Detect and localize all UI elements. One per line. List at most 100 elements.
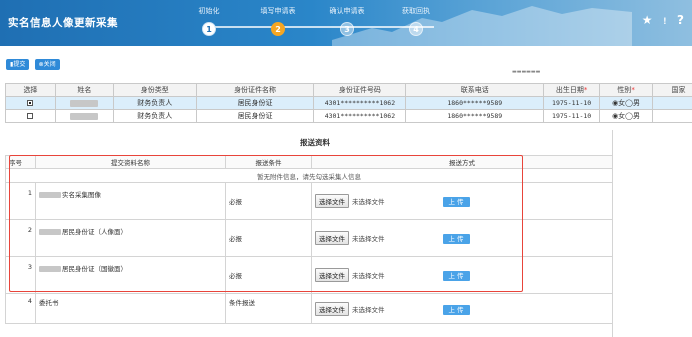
- table-header-row: 选择 姓名 身份类型 身份证件名称 身份证件号码 联系电话 出生日期* 性别* …: [5, 83, 692, 97]
- redacted-name: [70, 112, 99, 120]
- app-title: 实名信息人像更新采集: [8, 17, 118, 29]
- material-name-cell: 居民身份证（国徽面）: [35, 256, 226, 294]
- step-label: 初始化: [198, 7, 220, 15]
- col-gender: 性别*: [599, 83, 654, 97]
- col-birth: 出生日期*: [543, 83, 601, 97]
- col-select: 选择: [5, 83, 56, 97]
- col-gender-label: 性别: [617, 86, 632, 94]
- row-checkbox[interactable]: [27, 100, 34, 106]
- choose-file-button[interactable]: 选择文件: [315, 268, 349, 282]
- no-file-text: 未选择文件: [352, 305, 385, 314]
- step-receipt: 获取回执 4: [386, 0, 446, 36]
- table-header-row: 序号 提交资料名称 报送条件 报送方式: [5, 155, 613, 169]
- table-row[interactable]: 财务负责人 居民身份证 4301**********1062 1860*****…: [5, 109, 692, 123]
- notice-row: 暂无附件信息，请先勾选采集人信息: [5, 168, 613, 183]
- person-table: 选择 姓名 身份类型 身份证件名称 身份证件号码 联系电话 出生日期* 性别* …: [5, 83, 692, 123]
- table-row: 4 委托书 条件报送 选择文件 未选择文件 上 传: [5, 293, 613, 324]
- col-country: 国家: [652, 83, 692, 97]
- method-cell: 选择文件 未选择文件 上 传: [311, 256, 613, 294]
- select-cell[interactable]: [5, 96, 56, 110]
- col-condition: 报送条件: [225, 155, 312, 169]
- method-cell: 选择文件 未选择文件 上 传: [311, 293, 613, 324]
- choose-file-button[interactable]: 选择文件: [315, 194, 349, 208]
- choose-file-button[interactable]: 选择文件: [315, 231, 349, 245]
- select-cell[interactable]: [5, 109, 56, 123]
- upload-button[interactable]: 上 传: [442, 234, 470, 244]
- gender-radio[interactable]: ◉女◯男: [599, 109, 654, 123]
- submit-label: 提交: [13, 61, 26, 68]
- method-cell: 选择文件 未选择文件 上 传: [311, 182, 613, 220]
- gender-radio[interactable]: ◉女◯男: [599, 96, 654, 110]
- material-name-cell: 实名采集图像: [35, 182, 226, 220]
- table-row: 1 实名采集图像 必报 选择文件 未选择文件 上 传: [5, 182, 613, 220]
- col-identity-type: 身份类型: [112, 83, 197, 97]
- col-birth-label: 出生日期: [555, 86, 584, 94]
- star-icon[interactable]: ★: [642, 13, 653, 27]
- name-cell: [54, 109, 114, 123]
- upload-button[interactable]: 上 传: [442, 304, 470, 315]
- redacted-name: [70, 99, 99, 107]
- country-cell[interactable]: [652, 96, 692, 110]
- birth-cell[interactable]: 1975-11-10: [543, 96, 601, 110]
- table-row: 3 居民身份证（国徽面） 必报 选择文件 未选择文件 上 传: [5, 256, 613, 294]
- table-row[interactable]: 财务负责人 居民身份证 4301**********1062 1860*****…: [5, 96, 692, 110]
- seq-cell: 4: [5, 293, 36, 324]
- step-number: 2: [271, 22, 285, 36]
- doc-no-cell: 4301**********1062: [313, 109, 407, 123]
- step-number: 3: [340, 22, 354, 36]
- close-button[interactable]: ⊗关闭: [34, 59, 60, 70]
- doc-name-cell: 居民身份证: [195, 109, 315, 123]
- seq-cell: 1: [5, 182, 36, 220]
- redacted-text: [39, 266, 61, 272]
- material-name-cell: 居民身份证（人像面）: [35, 219, 226, 257]
- material-name: 居民身份证（国徽面）: [62, 265, 127, 273]
- step-number: 1: [202, 22, 216, 36]
- no-file-text: 未选择文件: [352, 198, 385, 206]
- col-method: 报送方式: [311, 155, 613, 169]
- no-file-text: 未选择文件: [352, 235, 385, 243]
- app-header: 实名信息人像更新采集 初始化 1 填写申请表 2 确认申请表 3 获取回执 4 …: [0, 0, 692, 46]
- col-doc-no: 身份证件号码: [313, 83, 407, 97]
- step-fill-form: 填写申请表 2: [248, 0, 308, 36]
- upload-button[interactable]: 上 传: [442, 197, 470, 207]
- step-confirm-form: 确认申请表 3: [317, 0, 377, 36]
- choose-file-button[interactable]: 选择文件: [315, 301, 349, 316]
- help-icon[interactable]: ?: [677, 13, 684, 27]
- condition-cell: 条件报送: [225, 293, 312, 324]
- col-name: 姓名: [54, 83, 114, 97]
- condition-cell: 必报: [225, 182, 312, 220]
- upload-button[interactable]: 上 传: [442, 271, 470, 281]
- col-material-name: 提交资料名称: [35, 155, 226, 169]
- country-cell[interactable]: [652, 109, 692, 123]
- step-label: 确认申请表: [329, 7, 365, 15]
- submit-button[interactable]: ▮提交: [6, 59, 30, 70]
- step-label: 获取回执: [402, 7, 430, 15]
- method-cell: 选择文件 未选择文件 上 传: [311, 219, 613, 257]
- col-phone: 联系电话: [405, 83, 545, 97]
- toolbar: ▮提交 ⊗关闭: [6, 59, 63, 70]
- col-doc-name: 身份证件名称: [195, 83, 315, 97]
- materials-section-title: 报送资料: [300, 138, 330, 147]
- step-label: 填写申请表: [260, 7, 296, 15]
- phone-cell: 1860******9589: [405, 109, 545, 123]
- close-label: 关闭: [43, 61, 56, 68]
- redacted-text: [39, 229, 61, 235]
- seq-cell: 2: [5, 219, 36, 257]
- row-checkbox[interactable]: [27, 113, 34, 119]
- identity-type-cell: 财务负责人: [112, 96, 197, 110]
- progress-steps: 初始化 1 填写申请表 2 确认申请表 3 获取回执 4: [195, 0, 455, 46]
- doc-no-cell: 4301**********1062: [313, 96, 407, 110]
- birth-cell[interactable]: 1975-11-10: [543, 109, 601, 123]
- step-number: 4: [409, 22, 423, 36]
- header-icons: ★ ! ?: [636, 13, 684, 27]
- phone-cell: 1860******9589: [405, 96, 545, 110]
- table-row: 2 居民身份证（人像面） 必报 选择文件 未选择文件 上 传: [5, 219, 613, 257]
- name-cell: [54, 96, 114, 110]
- identity-type-cell: 财务负责人: [112, 109, 197, 123]
- material-name: 居民身份证（人像面）: [62, 228, 127, 236]
- redacted-text: [39, 192, 61, 198]
- seq-cell: 3: [5, 256, 36, 294]
- info-icon[interactable]: !: [663, 17, 667, 27]
- col-seq: 序号: [5, 155, 36, 169]
- condition-cell: 必报: [225, 219, 312, 257]
